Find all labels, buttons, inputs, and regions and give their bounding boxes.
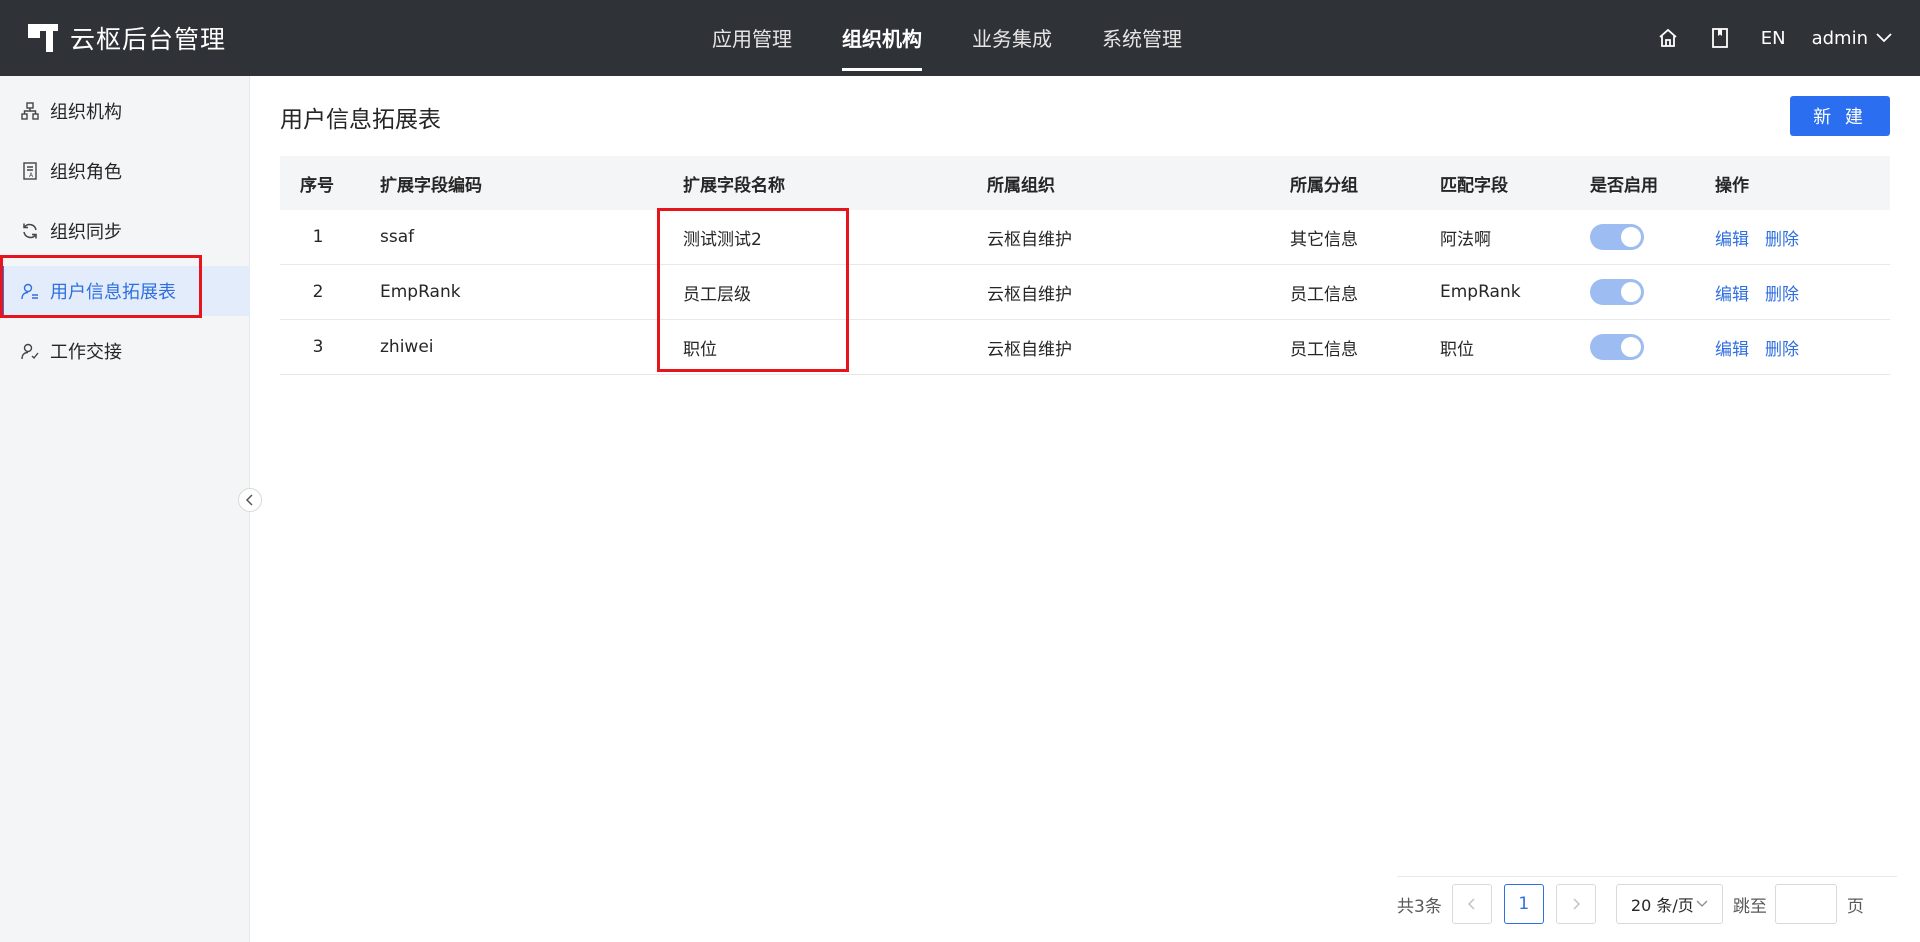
- chevron-down-icon: [1876, 33, 1892, 43]
- col-header-group: 所属分组: [1290, 175, 1358, 196]
- chevron-right-icon: [1573, 898, 1580, 910]
- nav-business-integration[interactable]: 业务集成: [972, 0, 1052, 76]
- sidebar-item-organization[interactable]: 组织机构: [0, 86, 250, 136]
- col-header-enabled: 是否启用: [1590, 175, 1658, 196]
- page-size-select[interactable]: 20 条/页: [1615, 884, 1723, 924]
- cell-code: ssaf: [380, 227, 415, 247]
- user-menu[interactable]: admin: [1812, 28, 1892, 49]
- pagination: 共3条 1 20 条/页 跳至 页: [1397, 884, 1864, 924]
- sidebar-item-label: 工作交接: [50, 342, 122, 363]
- col-header-name: 扩展字段名称: [683, 175, 785, 196]
- enabled-toggle[interactable]: [1590, 224, 1644, 250]
- app-logo[interactable]: 云枢后台管理: [28, 22, 226, 54]
- jump-page-input[interactable]: [1774, 884, 1837, 924]
- table-row: 3 zhiwei 职位 云枢自维护 员工信息 职位 编辑 删除: [280, 320, 1890, 375]
- sidebar-item-label: 组织同步: [50, 222, 122, 243]
- col-header-org: 所属组织: [987, 175, 1055, 196]
- chevron-left-icon: [245, 494, 253, 506]
- role-card-icon: A: [20, 161, 40, 181]
- sidebar-item-roles[interactable]: A 组织角色: [0, 146, 250, 196]
- enabled-toggle[interactable]: [1590, 279, 1644, 305]
- total-count: 共3条: [1397, 896, 1442, 917]
- cell-group: 员工信息: [1290, 339, 1358, 360]
- edit-link[interactable]: 编辑: [1715, 335, 1749, 360]
- main-nav: 应用管理 组织机构 业务集成 系统管理: [712, 0, 1232, 76]
- delete-link[interactable]: 删除: [1765, 225, 1799, 250]
- col-header-index: 序号: [300, 175, 334, 196]
- table-row: 1 ssaf 测试测试2 云枢自维护 其它信息 阿法啊 编辑 删除: [280, 210, 1890, 265]
- new-button[interactable]: 新 建: [1790, 96, 1890, 136]
- col-header-match: 匹配字段: [1440, 175, 1508, 196]
- sidebar: 组织机构 A 组织角色 组织同步 用户信息拓展表 工作交接: [0, 76, 250, 942]
- cell-enabled: [1590, 210, 1644, 264]
- logo-icon: [28, 24, 58, 52]
- cell-group: 员工信息: [1290, 284, 1358, 305]
- table-row: 2 EmpRank 员工层级 云枢自维护 员工信息 EmpRank 编辑 删除: [280, 265, 1890, 320]
- sidebar-item-label: 组织角色: [50, 162, 122, 183]
- cell-match: 阿法啊: [1440, 229, 1491, 250]
- user-ext-table: 序号 扩展字段编码 扩展字段名称 所属组织 所属分组 匹配字段 是否启用 操作 …: [280, 156, 1890, 375]
- col-header-actions: 操作: [1715, 175, 1749, 196]
- sidebar-item-label: 组织机构: [50, 102, 122, 123]
- book-icon[interactable]: [1709, 27, 1731, 49]
- next-page-button[interactable]: [1555, 884, 1596, 924]
- sidebar-item-sync[interactable]: 组织同步: [0, 206, 250, 256]
- cell-enabled: [1590, 265, 1644, 319]
- cell-index: 1: [312, 227, 324, 247]
- chevron-left-icon: [1467, 898, 1475, 910]
- nav-system-management[interactable]: 系统管理: [1102, 0, 1182, 76]
- cell-enabled: [1590, 320, 1644, 374]
- cell-org: 云枢自维护: [987, 339, 1072, 360]
- sync-icon: [20, 221, 40, 241]
- edit-link[interactable]: 编辑: [1715, 280, 1749, 305]
- page-size-value: 20 条/页: [1630, 896, 1694, 915]
- nav-app-management[interactable]: 应用管理: [712, 0, 792, 76]
- sidebar-item-handover[interactable]: 工作交接: [0, 326, 250, 376]
- svg-text:A: A: [29, 172, 34, 179]
- cell-code: zhiwei: [380, 337, 434, 357]
- language-switch[interactable]: EN: [1761, 28, 1786, 49]
- cell-actions: 编辑 删除: [1715, 210, 1815, 264]
- nav-organization[interactable]: 组织机构: [842, 0, 922, 76]
- cell-group: 其它信息: [1290, 229, 1358, 250]
- user-name: admin: [1811, 27, 1868, 49]
- org-tree-icon: [20, 101, 40, 121]
- delete-link[interactable]: 删除: [1765, 335, 1799, 360]
- header-actions: EN admin: [1627, 0, 1892, 76]
- pagination-divider: [1397, 876, 1897, 877]
- sidebar-collapse-button[interactable]: [238, 488, 262, 512]
- cell-match: 职位: [1440, 339, 1474, 360]
- cell-code: EmpRank: [380, 282, 461, 302]
- chevron-down-icon: [1696, 900, 1708, 907]
- cell-org: 云枢自维护: [987, 229, 1072, 250]
- jump-label: 跳至: [1732, 896, 1767, 917]
- cell-index: 2: [312, 282, 324, 302]
- highlight-box-name-column: [657, 208, 849, 372]
- table-header: 序号 扩展字段编码 扩展字段名称 所属组织 所属分组 匹配字段 是否启用 操作: [280, 156, 1890, 210]
- top-header: 云枢后台管理 应用管理 组织机构 业务集成 系统管理 EN admin: [0, 0, 1920, 76]
- cell-org: 云枢自维护: [987, 284, 1072, 305]
- page-button-current[interactable]: 1: [1503, 884, 1544, 924]
- edit-link[interactable]: 编辑: [1715, 225, 1749, 250]
- prev-page-button[interactable]: [1451, 884, 1492, 924]
- col-header-code: 扩展字段编码: [380, 175, 482, 196]
- enabled-toggle[interactable]: [1590, 334, 1644, 360]
- cell-actions: 编辑 删除: [1715, 265, 1815, 319]
- cell-match: EmpRank: [1440, 282, 1521, 302]
- delete-link[interactable]: 删除: [1765, 280, 1799, 305]
- user-handover-icon: [20, 341, 40, 361]
- highlight-box-sidebar: [0, 255, 202, 318]
- cell-actions: 编辑 删除: [1715, 320, 1815, 374]
- cell-index: 3: [312, 337, 324, 357]
- app-name: 云枢后台管理: [70, 25, 227, 54]
- page-suffix: 页: [1846, 896, 1864, 917]
- page-title: 用户信息拓展表: [280, 107, 441, 133]
- home-icon[interactable]: [1657, 27, 1679, 49]
